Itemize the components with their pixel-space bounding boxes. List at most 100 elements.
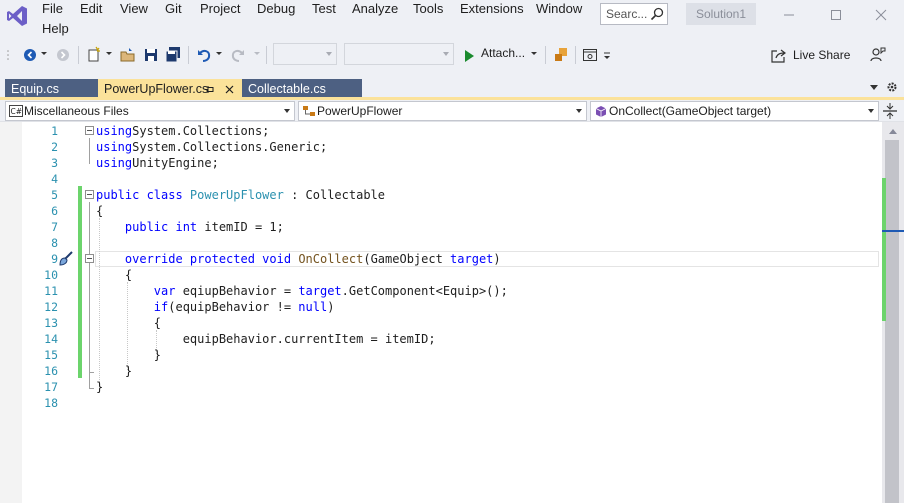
line-number: 17: [44, 380, 58, 394]
menu-project[interactable]: Project: [200, 1, 240, 19]
live-share-icon[interactable]: [771, 46, 787, 66]
code-line[interactable]: 14 equipBehavior.currentItem = itemID;: [0, 331, 882, 347]
collapse-toggle-icon[interactable]: [85, 254, 94, 263]
code-line[interactable]: 4: [0, 171, 882, 187]
menu-analyze[interactable]: Analyze: [352, 1, 398, 19]
redo-icon[interactable]: [230, 45, 246, 65]
toolbar-separator: [78, 46, 79, 64]
save-all-icon[interactable]: [164, 45, 182, 65]
navigate-forward-icon[interactable]: [55, 45, 71, 65]
code-line[interactable]: 8: [0, 235, 882, 251]
toolbar-separator: [188, 46, 189, 64]
toolbar-separator: [266, 46, 267, 64]
code-token: public class: [96, 188, 190, 202]
menu-test[interactable]: Test: [312, 1, 336, 19]
menu-view[interactable]: View: [120, 1, 148, 19]
code-line[interactable]: 13 {: [0, 315, 882, 331]
scroll-up-icon[interactable]: [889, 129, 897, 134]
code-line[interactable]: 2 usingSystem.Collections.Generic;: [0, 139, 882, 155]
menu-extensions[interactable]: Extensions: [460, 1, 524, 19]
code-token: null: [298, 300, 328, 314]
code-line[interactable]: 17}: [0, 379, 882, 395]
save-icon[interactable]: [143, 45, 159, 65]
line-number: 12: [44, 300, 58, 314]
line-number: 6: [51, 204, 58, 218]
code-token: target: [298, 284, 342, 298]
feedback-icon[interactable]: [869, 45, 887, 65]
new-dropdown-icon[interactable]: [106, 51, 112, 71]
start-debugging-icon[interactable]: [463, 46, 475, 66]
code-text: equipBehavior.currentItem = itemID;: [96, 331, 436, 347]
member-dropdown[interactable]: OnCollect(GameObject target): [590, 101, 879, 121]
back-dropdown-icon[interactable]: [41, 51, 47, 71]
code-line[interactable]: 11 var eqiupBehavior = target.GetCompone…: [0, 283, 882, 299]
undo-dropdown-icon[interactable]: [216, 51, 222, 71]
menu-debug[interactable]: Debug: [257, 1, 295, 19]
line-number: 15: [44, 348, 58, 362]
new-project-icon[interactable]: [86, 45, 102, 65]
code-text: }: [96, 347, 161, 363]
code-token: PowerUpFlower: [189, 188, 284, 202]
navigate-back-icon[interactable]: [22, 45, 38, 65]
code-line[interactable]: 9 override protected void OnCollect(Game…: [0, 251, 882, 267]
browse-window-icon[interactable]: [582, 45, 598, 65]
menu-git[interactable]: Git: [165, 1, 182, 19]
project-dropdown[interactable]: C# Miscellaneous Files: [5, 101, 295, 121]
code-line[interactable]: 6{: [0, 203, 882, 219]
code-line[interactable]: 15 }: [0, 347, 882, 363]
code-text: usingSystem.Collections.Generic;: [96, 139, 327, 155]
code-token: System.Collections.Generic;: [132, 140, 328, 154]
line-number: 13: [44, 316, 58, 330]
solution-configuration-combo[interactable]: [273, 43, 337, 65]
code-line[interactable]: 12 if(equipBehavior != null): [0, 299, 882, 315]
code-editor[interactable]: 1 usingSystem.Collections; 2 usingSystem.Co…: [0, 122, 882, 503]
attach-button[interactable]: Attach...: [481, 44, 525, 62]
chevron-down-icon: [868, 109, 874, 113]
code-line[interactable]: 3 usingUnityEngine;: [0, 155, 882, 171]
menu-window[interactable]: Window: [536, 1, 582, 19]
settings-gear-icon[interactable]: [886, 81, 898, 93]
redo-dropdown-icon[interactable]: [254, 51, 260, 71]
menu-edit[interactable]: Edit: [80, 1, 102, 19]
scrollbar-thumb[interactable]: [885, 140, 899, 503]
tab-label: Collectable.cs: [248, 82, 326, 96]
close-window-button[interactable]: [858, 0, 904, 30]
code-line[interactable]: 16 }: [0, 363, 882, 379]
code-token: if: [153, 300, 169, 314]
vertical-scrollbar[interactable]: [882, 122, 904, 503]
open-file-icon[interactable]: [120, 45, 136, 65]
attach-dropdown-icon[interactable]: [531, 51, 537, 71]
undo-icon[interactable]: [196, 45, 212, 65]
code-line[interactable]: 10 {: [0, 267, 882, 283]
line-number: 3: [51, 156, 58, 170]
chevron-down-icon: [576, 109, 582, 113]
search-input[interactable]: Searc...: [600, 3, 668, 25]
collapse-toggle-icon[interactable]: [85, 190, 94, 199]
toolbar-overflow-icon[interactable]: [603, 52, 611, 72]
menu-file[interactable]: File: [42, 1, 63, 19]
code-line[interactable]: 18: [0, 395, 882, 411]
code-token: ): [493, 252, 501, 266]
maximize-button[interactable]: [813, 0, 859, 30]
menu-help[interactable]: Help: [42, 21, 69, 39]
line-number: 10: [44, 268, 58, 282]
solution-platform-combo[interactable]: [344, 43, 454, 65]
tab-list-dropdown-icon[interactable]: [870, 85, 879, 91]
pin-icon[interactable]: [205, 85, 214, 94]
visual-studio-logo-icon[interactable]: [6, 5, 28, 27]
class-icon: [303, 106, 315, 116]
code-token: var: [153, 284, 176, 298]
code-line[interactable]: 7 public int itemID = 1;: [0, 219, 882, 235]
menu-tools[interactable]: Tools: [413, 1, 443, 19]
split-window-icon[interactable]: [880, 101, 900, 121]
code-line[interactable]: 1 usingSystem.Collections;: [0, 123, 882, 139]
type-dropdown[interactable]: PowerUpFlower: [298, 101, 587, 121]
live-share-button[interactable]: Live Share: [793, 47, 850, 63]
collapse-toggle-icon[interactable]: [85, 126, 94, 135]
code-line[interactable]: 5 public class PowerUpFlower : Collectabl…: [0, 187, 882, 203]
code-token: target: [450, 252, 494, 266]
close-tab-icon[interactable]: [225, 85, 234, 94]
minimize-button[interactable]: [766, 0, 812, 30]
diagnostic-tools-icon[interactable]: [553, 45, 569, 65]
